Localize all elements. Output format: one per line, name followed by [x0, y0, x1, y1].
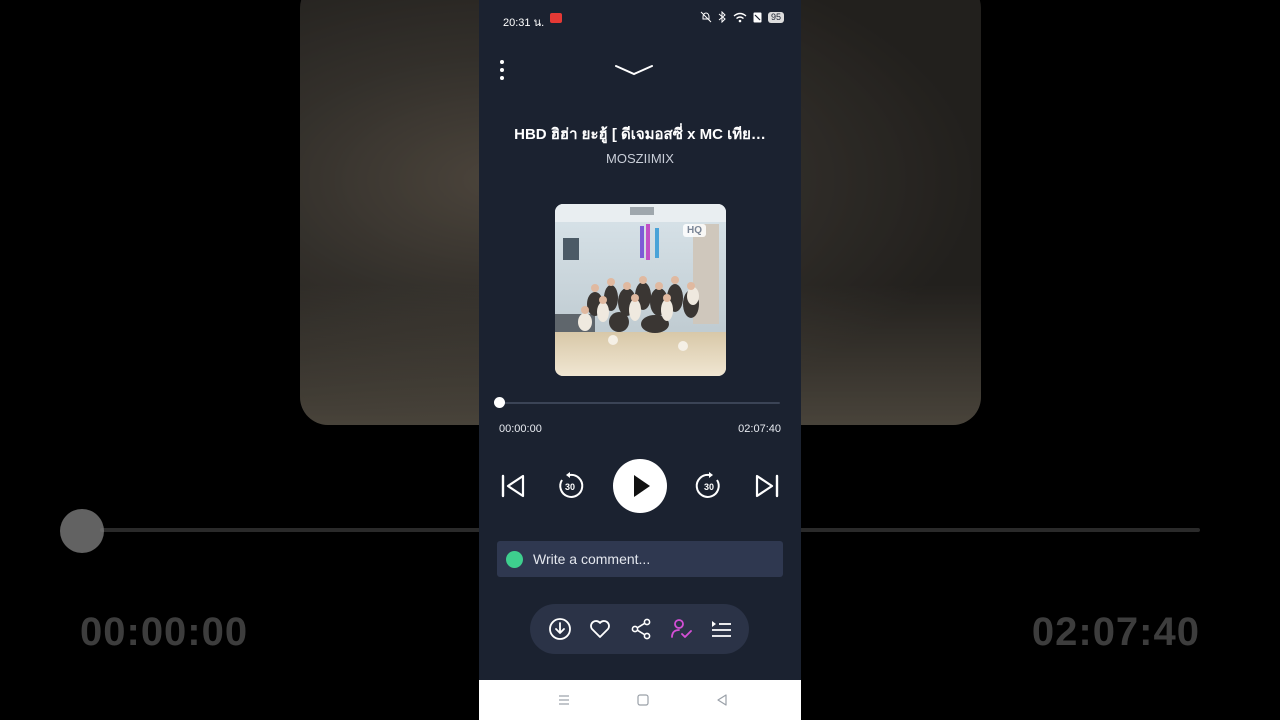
system-nav-bar [479, 680, 801, 720]
status-bar: 20:31 น. 95 [479, 0, 801, 38]
forward-30-icon[interactable]: 30 [695, 472, 723, 500]
player-screen: 20:31 น. 95 HBD ฮิฮ่า ยะฮู้ [ ดีเจมอสซี่… [479, 0, 801, 720]
background-total-time: 02:07:40 [1031, 610, 1200, 654]
hq-badge: HQ [683, 224, 706, 237]
play-icon [634, 475, 650, 497]
no-sim-icon [753, 12, 762, 22]
status-icons: 95 [700, 11, 784, 23]
share-icon[interactable] [629, 617, 653, 641]
home-icon[interactable] [636, 693, 650, 707]
collapse-player-icon[interactable] [614, 60, 654, 80]
back-icon[interactable] [715, 693, 729, 707]
seek-bar[interactable] [494, 397, 780, 408]
more-options-icon[interactable] [496, 58, 508, 82]
background-current-time: 00:00:00 [80, 610, 249, 654]
battery-level: 95 [767, 11, 784, 23]
play-button[interactable] [613, 459, 667, 513]
recents-icon[interactable] [557, 693, 571, 707]
comment-placeholder: Write a comment... [533, 551, 651, 567]
comment-input[interactable]: Write a comment... [497, 541, 783, 577]
skip-next-icon[interactable] [753, 472, 781, 500]
download-icon[interactable] [548, 617, 572, 641]
current-time: 00:00:00 [499, 423, 542, 435]
album-artwork: HQ [555, 204, 726, 376]
track-artist[interactable]: MOSZIIMIX [479, 151, 801, 166]
rewind-30-icon[interactable]: 30 [556, 472, 584, 500]
user-avatar [506, 551, 523, 568]
queue-icon[interactable] [709, 617, 733, 641]
follow-artist-icon[interactable] [669, 617, 693, 641]
screen-record-icon [550, 13, 562, 23]
mute-icon [700, 11, 712, 23]
status-time: 20:31 น. [503, 17, 545, 29]
seek-handle[interactable] [494, 397, 505, 408]
forward-30-label: 30 [704, 482, 714, 492]
wifi-icon [733, 12, 747, 22]
bluetooth-icon [718, 11, 726, 23]
action-bar [530, 604, 749, 654]
heart-icon[interactable] [588, 617, 612, 641]
skip-previous-icon[interactable] [499, 472, 527, 500]
background-seek-knob [60, 509, 104, 553]
track-title: HBD ฮิฮ่า ยะฮู้ [ ดีเจมอสซี่ x MC เทีย… [514, 126, 766, 143]
total-time: 02:07:40 [738, 423, 781, 435]
rewind-30-label: 30 [565, 482, 575, 492]
